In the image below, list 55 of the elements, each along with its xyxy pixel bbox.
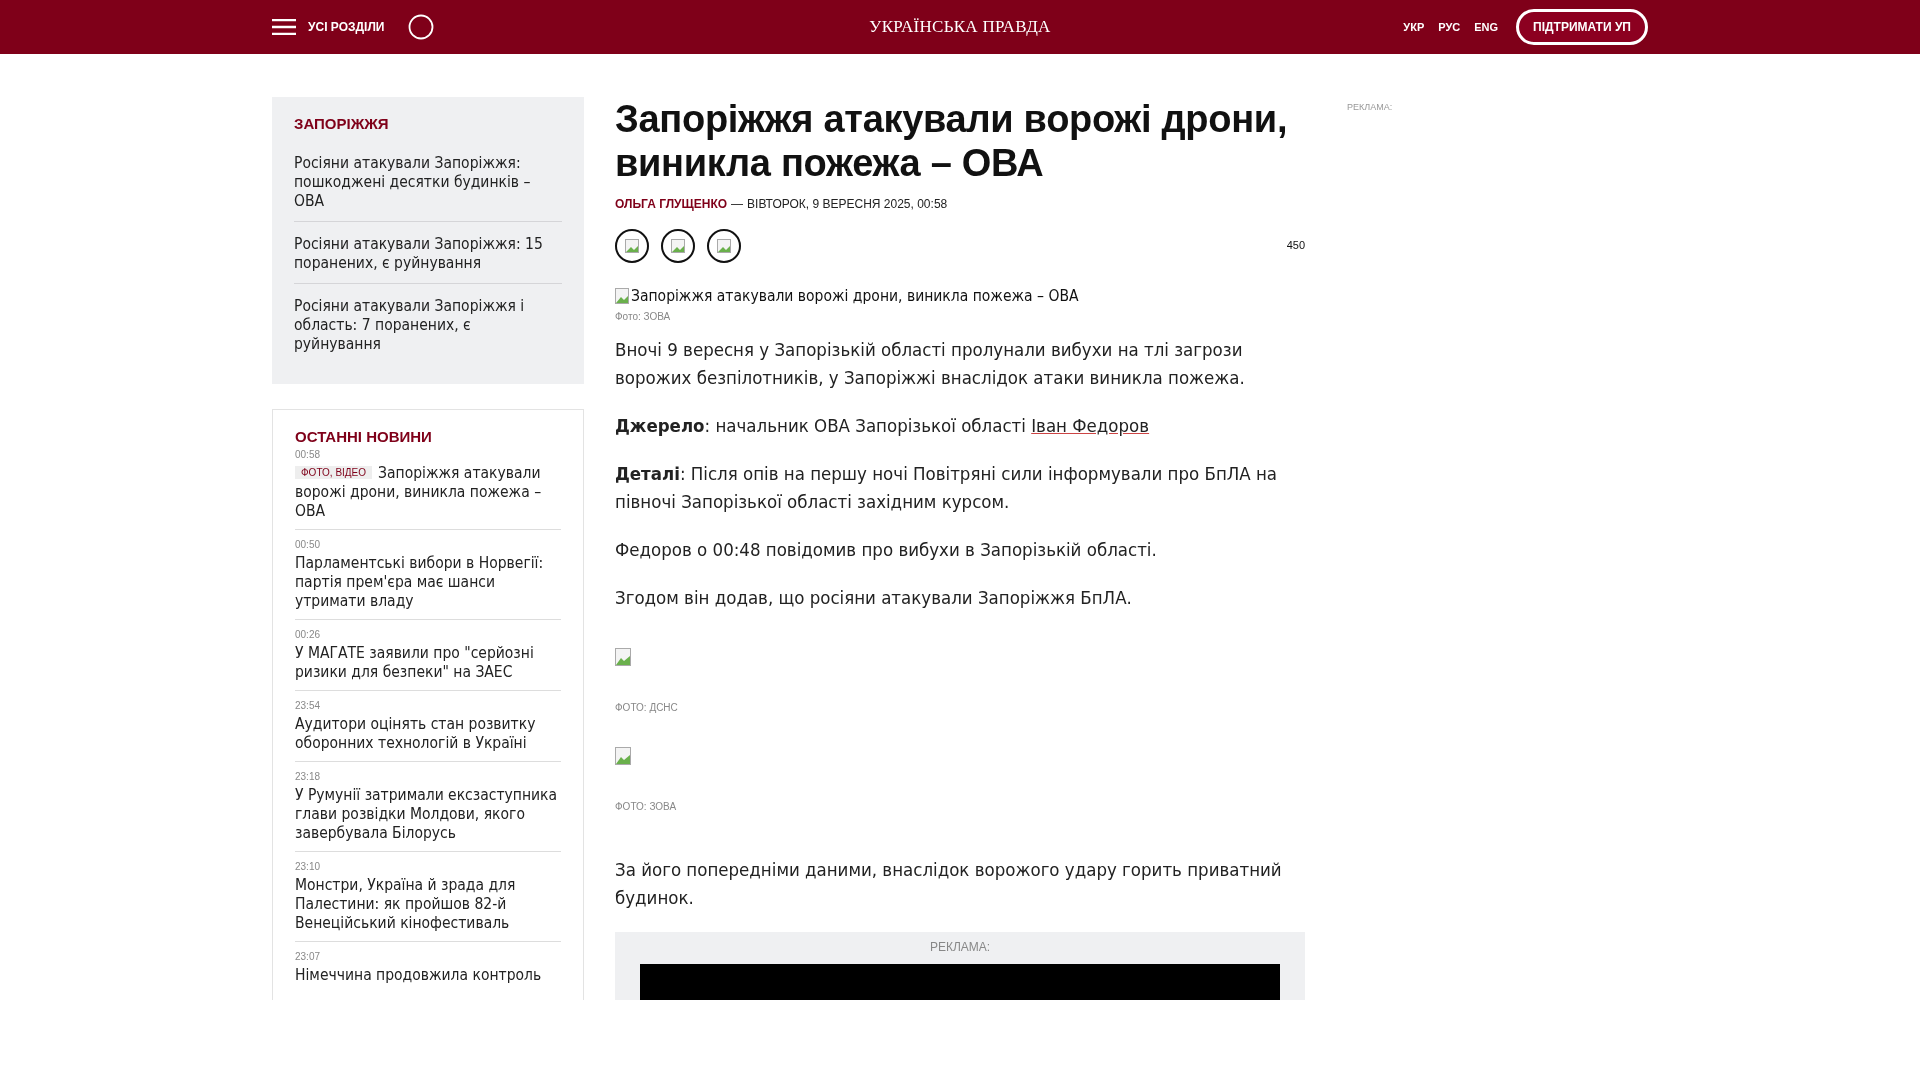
ad-label: РЕКЛАМА: [1347,102,1393,112]
article-paragraph: Федоров о 00:48 повідомив про вибухи в Запорізькій області. [615,538,1158,562]
news-link[interactable]: У МАГАТЕ заявили про "серйозні ризики для безпеки" на ЗАЕС [295,644,561,682]
section-heading[interactable]: ЗАПОРІЖЖЯ [294,115,562,132]
site-logo[interactable]: УКРАЇНСЬКА ПРАВДА [869,17,1051,37]
news-link[interactable]: $^{ФОТО, ВІДЕО}$ Запоріжжя атакували ворожі дрони, виникла пожежа – ОВА [295,464,561,521]
news-time: 23:10 [295,861,322,872]
article-paragraph: Вночі 9 вересня у Запорізькій області пролунали вибухи на тлі загрози ворожих безпілотників, у Запоріжжі внаслідок атаки виникла пожежа. [615,338,1246,390]
photo-caption: ФОТО: ДСНС [615,702,679,713]
separator: — [731,197,744,211]
news-link[interactable]: У Румунії затримали ексзаступника глави розвідки Молдови, якого завербувала Білорусь [295,786,561,843]
person-link[interactable]: Іван Федоров [1031,415,1150,436]
article-paragraph: Деталі: Після опів на першу ночі Повітряні сили інформували про БпЛА на півночі Запорізької області західним курсом. [615,462,1279,514]
news-time: 23:07 [295,951,322,962]
section-heading[interactable]: ОСТАННІ НОВИНИ [295,428,561,445]
related-link[interactable]: Росіяни атакували Запоріжжя: 15 поранених, є руйнування [294,221,562,283]
news-time: 23:54 [295,700,322,711]
news-tag: ФОТО, ВІДЕО [295,466,373,479]
publish-date: ВІВТОРОК, 9 ВЕРЕСНЯ 2025, 00:58 [747,197,948,211]
ad-label: РЕКЛАМА: [928,940,992,954]
related-link[interactable]: Росіяни атакували Запоріжжя і область: 7 поранених, є руйнування [294,283,562,364]
language-link[interactable]: РУС [1438,21,1461,33]
broken-image-icon [615,747,631,765]
share-button[interactable] [615,229,649,263]
news-link[interactable]: Німеччина продовжила контроль [295,966,561,985]
article-title: Запоріжжя атакували ворожі дрони, виникла пожежа – ОВА [615,97,1289,185]
sections-menu-button[interactable]: УСІ РОЗДІЛИ [272,19,385,35]
image-alt-text: Запоріжжя атакували ворожі дрони, виникла пожежа – ОВА [631,287,1079,305]
language-link[interactable]: УКР [1403,21,1425,33]
news-time: 00:58 [295,449,322,460]
share-button[interactable] [707,229,741,263]
broken-image-icon [615,288,629,304]
news-link[interactable]: Монстри, Україна й зрада для Палестини: як пройшов 82-й Венеційський кінофестиваль [295,876,561,933]
news-time: 23:18 [295,771,322,782]
broken-image-icon [615,648,631,666]
share-button[interactable] [661,229,695,263]
article-paragraph: За його попередніми даними, внаслідок ворожого удару горить приватний будинок. [615,858,1283,910]
related-link[interactable]: Росіяни атакували Запоріжжя: пошкоджені десятки будинків – ОВА [294,146,562,221]
language-link[interactable]: ENG [1474,21,1499,33]
news-link[interactable]: Парламентські вибори в Норвегії: партія прем'єра має шанси утримати владу [295,554,561,611]
photo-caption: Фото: ЗОВА [615,311,672,322]
news-time: 00:26 [295,629,322,640]
support-button[interactable]: ПІДТРИМАТИ УП [1516,9,1648,45]
menu-icon [272,19,296,35]
broken-image-icon [671,239,685,253]
photo-caption: ФОТО: ЗОВА [615,801,678,812]
news-time: 00:50 [295,539,322,550]
share-count: 450 [1286,239,1305,251]
article-paragraph: Згодом він додав, що росіяни атакували Запоріжжя БпЛА. [615,586,1133,610]
broken-image-icon [625,239,639,253]
circle-icon[interactable] [408,14,435,40]
news-link[interactable]: Аудитори оцінять стан розвитку оборонних технологій в Україні [295,715,561,753]
article-paragraph: Джерело: начальник ОВА Запорізької області Іван Федоров [615,414,1151,438]
broken-image-icon [717,239,731,253]
author-link[interactable]: ОЛЬГА ГЛУЩЕНКО [615,197,728,211]
